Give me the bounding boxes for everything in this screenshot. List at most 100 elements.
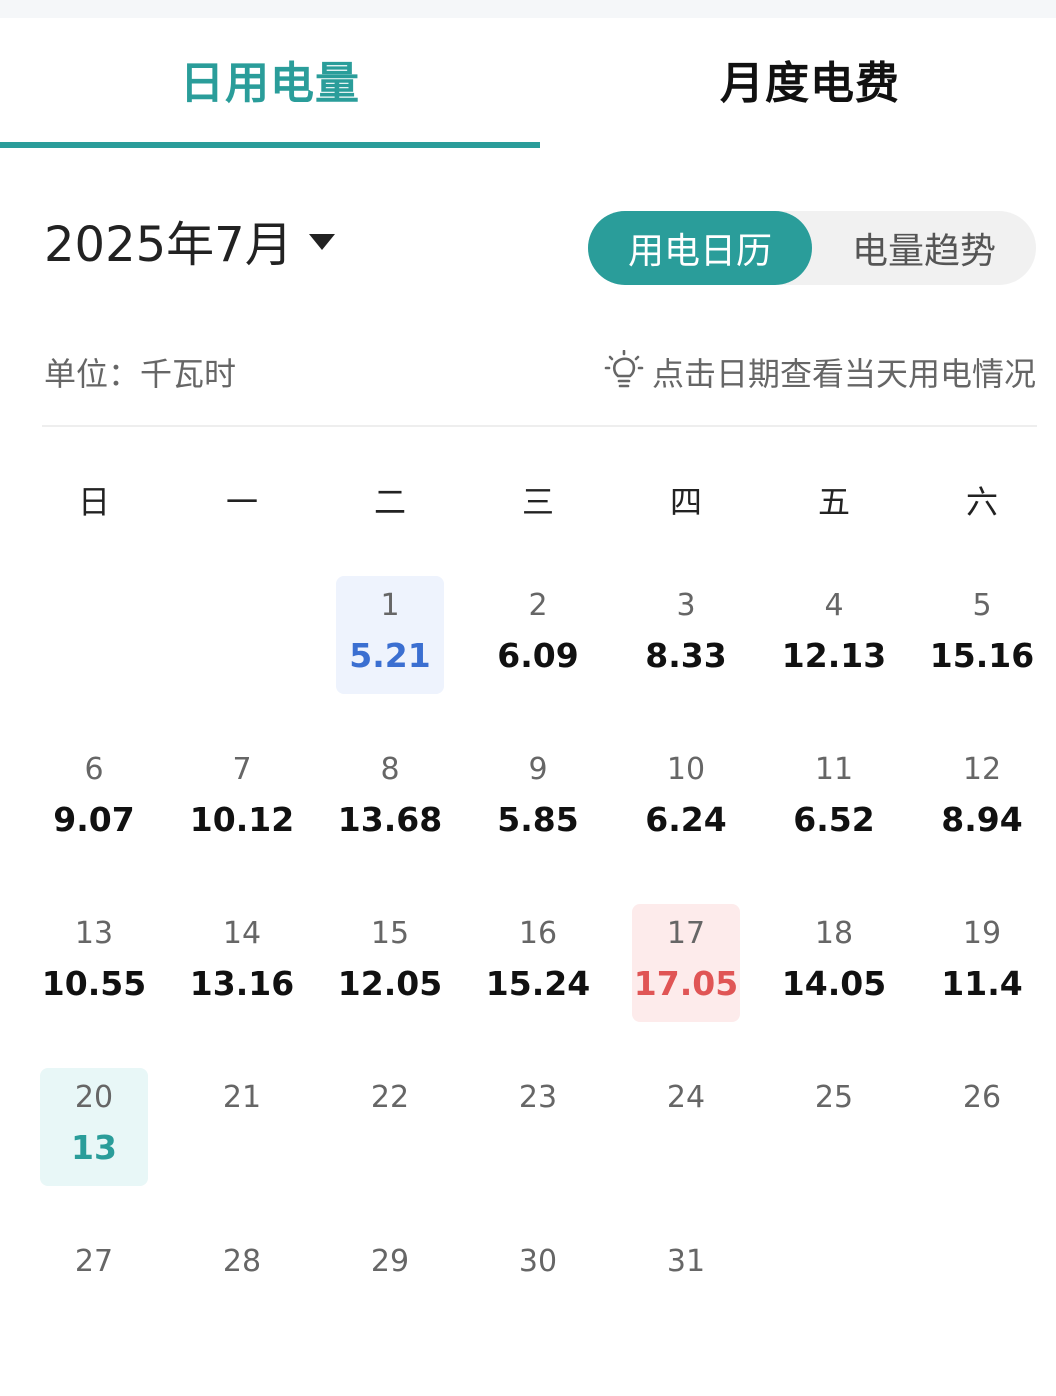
day-number: 18 <box>814 916 854 951</box>
day-number: 11 <box>814 752 854 787</box>
top-strip <box>0 0 1056 18</box>
calendar-day[interactable]: 24 <box>612 1052 760 1182</box>
day-number: 19 <box>962 916 1002 951</box>
day-usage-value: 17.05 <box>633 964 739 1003</box>
weekday-label: 日 <box>77 483 110 521</box>
calendar-day[interactable]: 13 10.55 <box>20 888 168 1018</box>
day-number: 24 <box>666 1080 706 1115</box>
day-usage-value: 11.4 <box>941 964 1023 1003</box>
day-number: 5 <box>972 588 992 623</box>
calendar-day[interactable]: 20 13 <box>20 1052 168 1186</box>
calendar-day[interactable]: 9 5.85 <box>464 724 612 854</box>
toggle-calendar-button[interactable]: 用电日历 <box>588 211 812 285</box>
day-number: 30 <box>518 1244 558 1279</box>
day-number: 29 <box>370 1244 410 1279</box>
hint-text-row: 点击日期查看当天用电情况 <box>604 345 1036 399</box>
day-usage-value: 6.09 <box>497 636 579 675</box>
calendar-day[interactable]: 19 11.4 <box>908 888 1056 1018</box>
day-number: 14 <box>222 916 262 951</box>
day-usage-value: 13.68 <box>337 800 443 839</box>
day-number: 20 <box>74 1080 114 1115</box>
unit-label: 单位：千瓦时 <box>44 355 237 393</box>
day-number: 8 <box>380 752 400 787</box>
day-number: 31 <box>666 1244 706 1279</box>
month-label: 2025年7月 <box>44 217 293 273</box>
hint-text: 点击日期查看当天用电情况 <box>651 355 1036 393</box>
weekday-label: 五 <box>817 483 850 521</box>
divider <box>42 425 1037 427</box>
day-number: 1 <box>380 588 400 623</box>
calendar-day[interactable]: 14 13.16 <box>168 888 316 1018</box>
calendar-day[interactable]: 25 <box>760 1052 908 1182</box>
calendar-day[interactable]: 31 <box>612 1216 760 1346</box>
calendar-day[interactable]: 27 <box>20 1216 168 1346</box>
calendar-day[interactable]: 2 6.09 <box>464 560 612 690</box>
day-usage-value: 14.05 <box>781 964 887 1003</box>
weekday-label: 一 <box>225 483 258 521</box>
day-usage-value: 13.16 <box>189 964 295 1003</box>
calendar-day[interactable]: 8 13.68 <box>316 724 464 854</box>
tab-daily-usage[interactable]: 日用电量 <box>0 18 540 150</box>
day-usage-value: 5.85 <box>497 800 579 839</box>
calendar-day[interactable]: 17 17.05 <box>612 888 760 1022</box>
day-number: 25 <box>814 1080 854 1115</box>
day-usage-value: 9.07 <box>53 800 135 839</box>
day-number: 4 <box>824 588 844 623</box>
weekday-label: 三 <box>521 483 554 521</box>
day-number: 15 <box>370 916 410 951</box>
day-usage-value: 15.24 <box>485 964 591 1003</box>
calendar-day[interactable]: 10 6.24 <box>612 724 760 854</box>
calendar-day[interactable]: 30 <box>464 1216 612 1346</box>
day-usage-value: 15.16 <box>929 636 1035 675</box>
calendar-day[interactable]: 1 5.21 <box>316 560 464 694</box>
lightbulb-icon <box>604 349 644 394</box>
day-number: 21 <box>222 1080 262 1115</box>
day-number: 2 <box>528 588 548 623</box>
day-number: 7 <box>232 752 252 787</box>
day-usage-value: 10.55 <box>41 964 147 1003</box>
day-usage-value: 8.94 <box>941 800 1023 839</box>
calendar-day[interactable]: 18 14.05 <box>760 888 908 1018</box>
calendar-day[interactable]: 6 9.07 <box>20 724 168 854</box>
tab-monthly-bill[interactable]: 月度电费 <box>540 18 1056 150</box>
active-tab-indicator <box>0 142 540 148</box>
calendar-day[interactable]: 5 15.16 <box>908 560 1056 690</box>
calendar-day[interactable]: 21 <box>168 1052 316 1182</box>
day-number: 27 <box>74 1244 114 1279</box>
calendar-day[interactable]: 3 8.33 <box>612 560 760 690</box>
day-usage-value: 8.33 <box>645 636 727 675</box>
day-number: 22 <box>370 1080 410 1115</box>
day-number: 26 <box>962 1080 1002 1115</box>
day-number: 23 <box>518 1080 558 1115</box>
calendar-day[interactable]: 28 <box>168 1216 316 1346</box>
caret-down-icon <box>308 234 335 250</box>
calendar-day[interactable]: 12 8.94 <box>908 724 1056 854</box>
calendar-day[interactable]: 26 <box>908 1052 1056 1182</box>
day-number: 3 <box>676 588 696 623</box>
day-number: 9 <box>528 752 548 787</box>
weekday-label: 二 <box>373 483 406 521</box>
day-usage-value: 10.12 <box>189 800 295 839</box>
day-usage-value: 13 <box>71 1128 117 1167</box>
calendar-day[interactable]: 23 <box>464 1052 612 1182</box>
weekday-label: 六 <box>965 483 998 521</box>
weekday-label: 四 <box>669 483 702 521</box>
calendar-day[interactable]: 22 <box>316 1052 464 1182</box>
calendar-day[interactable]: 29 <box>316 1216 464 1346</box>
day-number: 17 <box>666 916 706 951</box>
day-usage-value: 6.52 <box>793 800 875 839</box>
calendar-day[interactable]: 11 6.52 <box>760 724 908 854</box>
weekday-header: 日一二三四五六 <box>20 470 1056 530</box>
calendar-day[interactable]: 7 10.12 <box>168 724 316 854</box>
calendar-day[interactable]: 4 12.13 <box>760 560 908 690</box>
day-number: 13 <box>74 916 114 951</box>
calendar-day[interactable]: 15 12.05 <box>316 888 464 1018</box>
day-usage-value: 6.24 <box>645 800 727 839</box>
day-number: 28 <box>222 1244 262 1279</box>
month-selector[interactable]: 2025年7月 <box>44 205 335 275</box>
day-usage-value: 5.21 <box>349 636 431 675</box>
view-toggle: 用电日历 电量趋势 <box>588 211 1036 285</box>
tab-bar: 日用电量 月度电费 <box>0 18 1056 150</box>
toggle-trend-button[interactable]: 电量趋势 <box>812 211 1036 285</box>
calendar-day[interactable]: 16 15.24 <box>464 888 612 1018</box>
